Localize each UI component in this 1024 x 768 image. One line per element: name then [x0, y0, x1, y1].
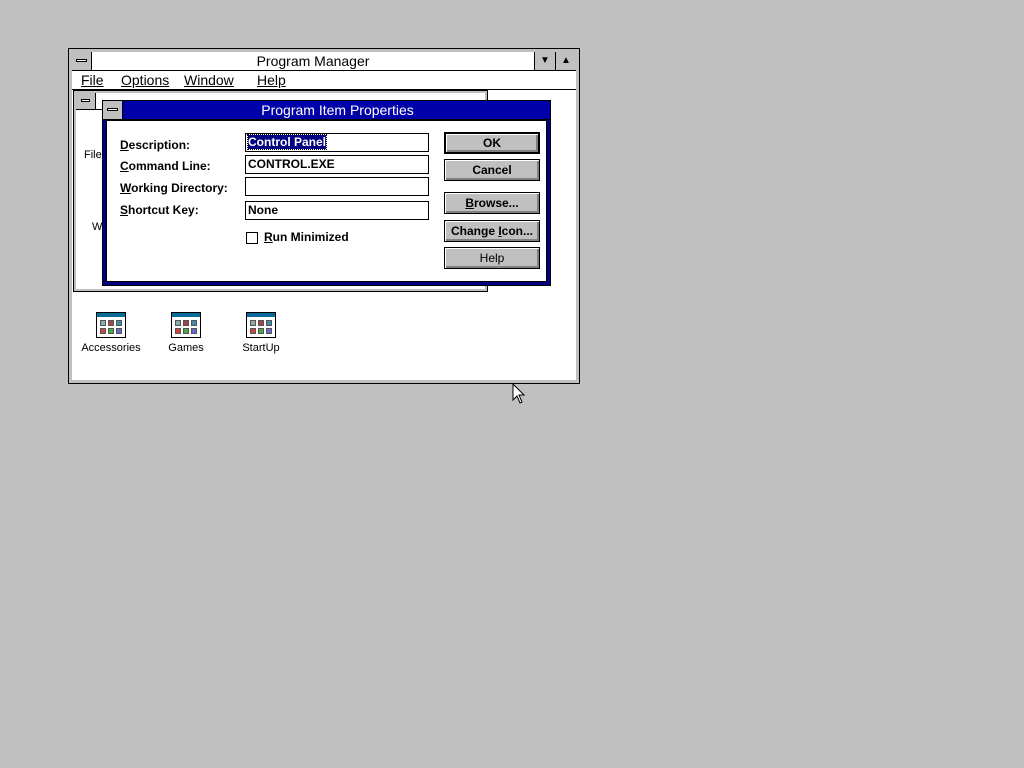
- dialog-title: Program Item Properties: [261, 102, 414, 118]
- group-icon-games[interactable]: Games: [151, 312, 221, 354]
- group-icon-label: Accessories: [81, 342, 141, 354]
- ok-button[interactable]: OK: [444, 132, 540, 154]
- browse-button[interactable]: Browse...: [444, 192, 540, 214]
- group-system-menu-button[interactable]: [76, 93, 96, 109]
- description-label: Description:: [120, 138, 191, 152]
- group-icon-accessories[interactable]: Accessories: [76, 312, 146, 354]
- shortcut-key-label: Shortcut Key:: [120, 203, 199, 217]
- mouse-pointer-icon: [512, 383, 526, 404]
- menu-bar: File Options Window Help: [72, 71, 576, 90]
- system-menu-icon: [107, 108, 118, 111]
- system-menu-button[interactable]: [72, 52, 92, 70]
- group-icon-label: StartUp: [242, 342, 280, 354]
- program-group-icon: [171, 312, 201, 338]
- group-icon-startup[interactable]: StartUp: [226, 312, 296, 354]
- group-item-label-partial: File: [84, 149, 102, 161]
- program-group-icon: [96, 312, 126, 338]
- shortcut-key-input[interactable]: None: [245, 201, 429, 220]
- minimize-icon: ▼: [540, 55, 550, 66]
- system-menu-icon: [81, 99, 90, 102]
- system-menu-icon: [76, 59, 87, 62]
- maximize-button[interactable]: ▲: [555, 52, 576, 70]
- description-input[interactable]: Control Panel: [245, 133, 429, 152]
- group-icon-label: Games: [168, 342, 204, 354]
- window-title: Program Manager: [256, 53, 370, 69]
- dialog-system-menu-button[interactable]: [103, 101, 123, 119]
- command-line-input[interactable]: CONTROL.EXE: [245, 155, 429, 174]
- group-item-label-partial-2: W: [92, 221, 103, 233]
- change-icon-button[interactable]: Change Icon...: [444, 220, 540, 242]
- program-group-icon: [246, 312, 276, 338]
- program-item-properties-dialog: Program Item Properties Description: Con…: [102, 100, 551, 286]
- run-minimized-label[interactable]: Run Minimized: [264, 230, 349, 244]
- description-value: Control Panel: [246, 134, 328, 150]
- maximize-icon: ▲: [561, 55, 571, 66]
- command-line-label: Command Line:: [120, 159, 211, 173]
- cancel-button[interactable]: Cancel: [444, 159, 540, 181]
- help-button[interactable]: Help: [444, 247, 540, 269]
- working-directory-input[interactable]: [245, 177, 429, 196]
- dialog-body: Description: Control Panel Command Line:…: [106, 120, 547, 282]
- run-minimized-checkbox[interactable]: [246, 232, 258, 244]
- dialog-titlebar[interactable]: Program Item Properties: [103, 101, 550, 120]
- working-directory-label: Working Directory:: [120, 181, 228, 195]
- program-manager-titlebar[interactable]: Program Manager ▼ ▲: [72, 52, 576, 71]
- minimize-button[interactable]: ▼: [534, 52, 555, 70]
